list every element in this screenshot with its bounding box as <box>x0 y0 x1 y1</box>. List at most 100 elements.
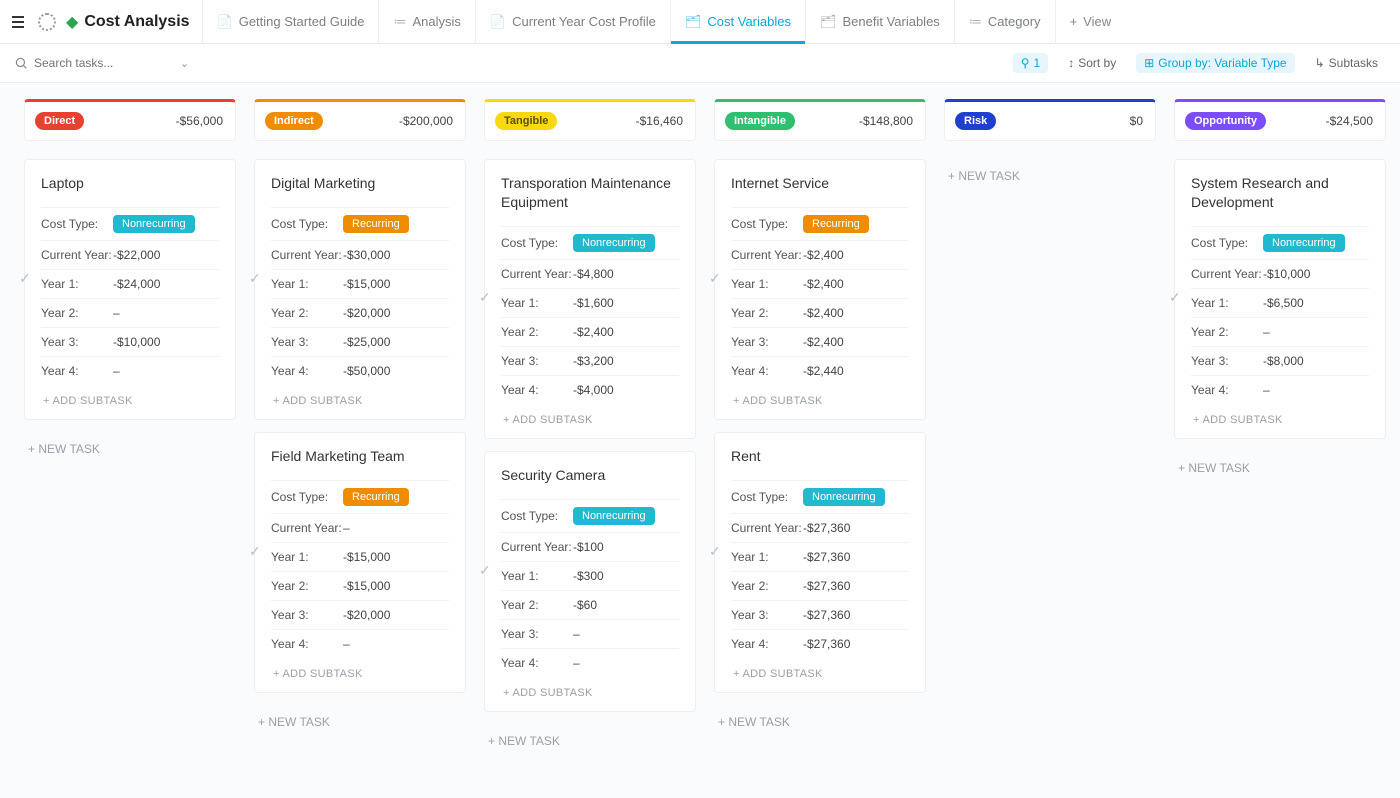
column-badge: Intangible <box>725 112 795 130</box>
new-task-button[interactable]: NEW TASK <box>484 724 696 758</box>
field-value: – <box>343 637 350 651</box>
field-label: Year 1: <box>271 550 343 564</box>
field-row-cost-type: Cost Type:Nonrecurring <box>731 480 909 513</box>
field-label: Year 4: <box>501 383 573 397</box>
task-card[interactable]: Digital MarketingCost Type:RecurringCurr… <box>254 159 466 420</box>
task-card[interactable]: RentCost Type:NonrecurringCurrent Year:-… <box>714 432 926 693</box>
task-card[interactable]: Security CameraCost Type:NonrecurringCur… <box>484 451 696 712</box>
menu-icon[interactable] <box>8 9 28 35</box>
chevron-down-icon[interactable]: ⌄ <box>180 57 189 70</box>
tab-label: Cost Variables <box>707 14 791 29</box>
column-header[interactable]: Direct-$56,000 <box>24 99 236 141</box>
field-label: Year 2: <box>271 306 343 320</box>
cost-type-tag: Nonrecurring <box>803 488 885 506</box>
field-label: Current Year: <box>271 521 343 535</box>
field-row-year2: Year 2:-$2,400 <box>731 298 909 327</box>
loading-spinner-icon <box>38 13 56 31</box>
search-input[interactable] <box>14 50 174 76</box>
field-label: Year 2: <box>1191 325 1263 339</box>
task-card[interactable]: Field Marketing TeamCost Type:RecurringC… <box>254 432 466 693</box>
field-row-year3: Year 3:-$10,000 <box>41 327 219 356</box>
card-title: Security Camera <box>501 466 679 485</box>
field-label: Current Year: <box>41 248 113 262</box>
field-value: -$1,600 <box>573 296 614 310</box>
field-label: Year 1: <box>731 277 803 291</box>
new-task-button[interactable]: NEW TASK <box>254 705 466 739</box>
field-label: Current Year: <box>1191 267 1263 281</box>
column-badge: Indirect <box>265 112 323 130</box>
task-card[interactable]: Internet ServiceCost Type:RecurringCurre… <box>714 159 926 420</box>
field-value: – <box>113 306 120 320</box>
new-task-button[interactable]: NEW TASK <box>24 432 236 466</box>
tab-icon: 🗂 <box>685 14 702 30</box>
new-task-button[interactable]: NEW TASK <box>714 705 926 739</box>
new-task-button[interactable]: NEW TASK <box>944 159 1156 193</box>
add-subtask-button[interactable]: ADD SUBTASK <box>271 658 449 686</box>
column-badge: Tangible <box>495 112 557 130</box>
field-value: -$27,360 <box>803 637 850 651</box>
add-subtask-button[interactable]: ADD SUBTASK <box>271 385 449 413</box>
field-row-year4: Year 4:– <box>41 356 219 385</box>
filter-button[interactable]: ⚲ 1 <box>1013 53 1048 73</box>
tab-analysis[interactable]: ≔Analysis <box>378 0 474 43</box>
add-subtask-button[interactable]: ADD SUBTASK <box>1191 404 1369 432</box>
tab-getting-started-guide[interactable]: 📄Getting Started Guide <box>202 0 379 43</box>
tab-label: Current Year Cost Profile <box>512 14 656 29</box>
tab-cost-variables[interactable]: 🗂 Cost Variables <box>670 0 805 43</box>
search-icon <box>14 56 28 70</box>
add-subtask-button[interactable]: ADD SUBTASK <box>731 658 909 686</box>
column-header[interactable]: Intangible-$148,800 <box>714 99 926 141</box>
task-card[interactable]: LaptopCost Type:NonrecurringCurrent Year… <box>24 159 236 420</box>
task-card[interactable]: System Research and DevelopmentCost Type… <box>1174 159 1386 439</box>
column-direct: Direct-$56,000 LaptopCost Type:Nonrecurri… <box>24 99 236 466</box>
field-row-year4: Year 4:-$2,440 <box>731 356 909 385</box>
add-subtask-button[interactable]: ADD SUBTASK <box>501 404 679 432</box>
groupby-button[interactable]: ⊞ Group by: Variable Type <box>1136 53 1294 73</box>
field-label: Year 3: <box>501 354 573 368</box>
column-header[interactable]: Tangible-$16,460 <box>484 99 696 141</box>
field-row-year2: Year 2:-$60 <box>501 590 679 619</box>
column-header[interactable]: Opportunity-$24,500 <box>1174 99 1386 141</box>
add-subtask-button[interactable]: ADD SUBTASK <box>501 677 679 705</box>
tab-current-year-cost-profile[interactable]: 📄Current Year Cost Profile <box>475 0 670 43</box>
card-title: Transporation Maintenance Equipment <box>501 174 679 212</box>
tab-category[interactable]: ≔Category <box>954 0 1055 43</box>
field-label: Year 4: <box>271 637 343 651</box>
add-subtask-button[interactable]: ADD SUBTASK <box>41 385 219 413</box>
field-label: Cost Type: <box>271 217 343 231</box>
new-task-button[interactable]: NEW TASK <box>1174 451 1386 485</box>
field-label: Year 2: <box>501 598 573 612</box>
field-value: -$15,000 <box>343 277 390 291</box>
field-value: -$4,000 <box>573 383 614 397</box>
tab-benefit-variables[interactable]: 🗂Benefit Variables <box>805 0 954 43</box>
field-value: -$15,000 <box>343 550 390 564</box>
field-label: Year 3: <box>271 335 343 349</box>
field-value: -$24,000 <box>113 277 160 291</box>
field-value: -$25,000 <box>343 335 390 349</box>
subtasks-label: Subtasks <box>1329 56 1378 70</box>
filter-count: 1 <box>1034 56 1041 70</box>
field-row-year1: ✓Year 1:-$27,360 <box>731 542 909 571</box>
sort-button[interactable]: ↕ Sort by <box>1060 53 1124 73</box>
field-label: Year 2: <box>271 579 343 593</box>
column-header[interactable]: Risk$0 <box>944 99 1156 141</box>
add-subtask-button[interactable]: ADD SUBTASK <box>731 385 909 413</box>
field-row-year2: Year 2:-$15,000 <box>271 571 449 600</box>
field-value: -$2,400 <box>803 248 844 262</box>
card-title: Field Marketing Team <box>271 447 449 466</box>
field-value: -$50,000 <box>343 364 390 378</box>
sort-label: Sort by <box>1078 56 1116 70</box>
field-value: -$3,200 <box>573 354 614 368</box>
check-icon: ✓ <box>479 289 491 306</box>
field-value: – <box>573 627 580 641</box>
subtasks-button[interactable]: ↳ Subtasks <box>1307 53 1386 73</box>
tab-label: Benefit Variables <box>842 14 939 29</box>
field-label: Year 2: <box>41 306 113 320</box>
add-view-button[interactable]: +View <box>1055 0 1126 43</box>
field-value: -$20,000 <box>343 306 390 320</box>
field-value: -$100 <box>573 540 604 554</box>
column-header[interactable]: Indirect-$200,000 <box>254 99 466 141</box>
task-card[interactable]: Transporation Maintenance EquipmentCost … <box>484 159 696 439</box>
field-row-cost-type: Cost Type:Recurring <box>271 207 449 240</box>
field-label: Year 1: <box>501 569 573 583</box>
